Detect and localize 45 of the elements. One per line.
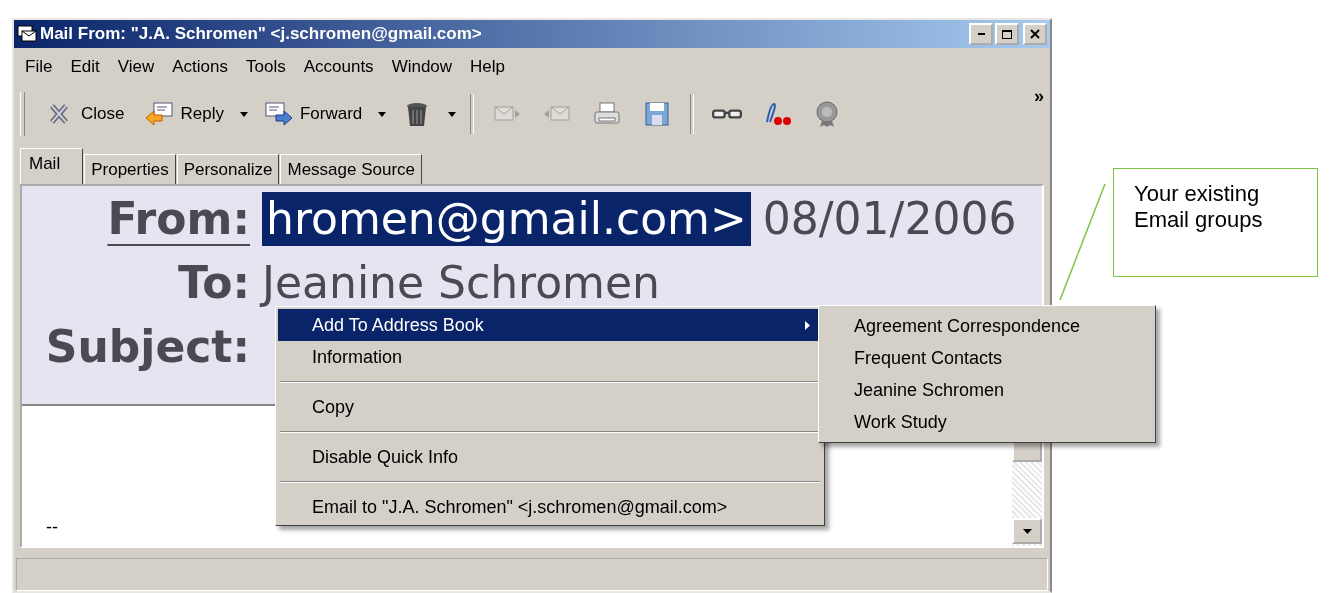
menu-item[interactable]: Actions [163,55,237,79]
toolbar-button[interactable]: Close [35,98,135,130]
tab[interactable]: Personalize [176,154,280,184]
header-label: From: [106,192,250,246]
maximize-icon [1002,29,1012,39]
body-text: -- [46,517,58,538]
tab[interactable]: Message Source [280,154,423,184]
menu-item[interactable]: Tools [237,55,295,79]
tab[interactable]: Mail [20,148,84,184]
menu-item[interactable]: View [108,55,164,79]
close-button[interactable] [1023,23,1047,45]
toolbar-button[interactable]: Forward [253,98,373,130]
menu-item[interactable]: Edit [61,55,109,79]
caret-icon [239,111,248,117]
forward-icon [263,100,294,128]
menu-item[interactable]: Copy [278,391,822,423]
minimize-button[interactable] [969,23,993,45]
minimize-icon [977,33,985,35]
header-date: 08/01/2006 [762,192,1017,246]
menu-item[interactable]: Help [461,55,515,79]
toolbar-button[interactable]: Reply [134,98,234,130]
tab[interactable]: Properties [84,154,176,184]
menu-item[interactable]: Jeanine Schromen [821,374,1153,406]
close-icon [1030,29,1040,39]
reply-icon [144,100,175,128]
menu-item[interactable]: Work Study [821,406,1153,438]
menu-item[interactable]: Information [278,341,822,373]
glasses-icon [712,108,743,120]
envelope-icon [17,25,37,43]
callout-note: Your existing Email groups [1113,168,1318,277]
menu-item[interactable]: Accounts [294,55,383,79]
menu-item[interactable]: Agreement Correspondence [821,310,1153,342]
header-value: hromen@gmail.com> [262,192,751,246]
header-label: To: [177,256,250,310]
menu-item[interactable]: Email to "J.A. Schromen" <j.schromen@gmail.com> [278,491,822,523]
menu-item[interactable]: Disable Quick Info [278,441,822,473]
menu-item[interactable]: File [16,55,62,79]
header-label: Subject: [44,320,250,374]
maximize-button[interactable] [995,23,1019,45]
caret-icon [378,111,387,117]
caret-icon [448,111,457,117]
menu-item[interactable]: Window [382,55,462,79]
menu-item[interactable]: Frequent Contacts [821,342,1153,374]
window-title: Mail From: "J.A. Schromen" <j.schromen@gmail.com> [40,24,482,44]
toolbar-overflow-button[interactable]: » [1034,84,1044,107]
